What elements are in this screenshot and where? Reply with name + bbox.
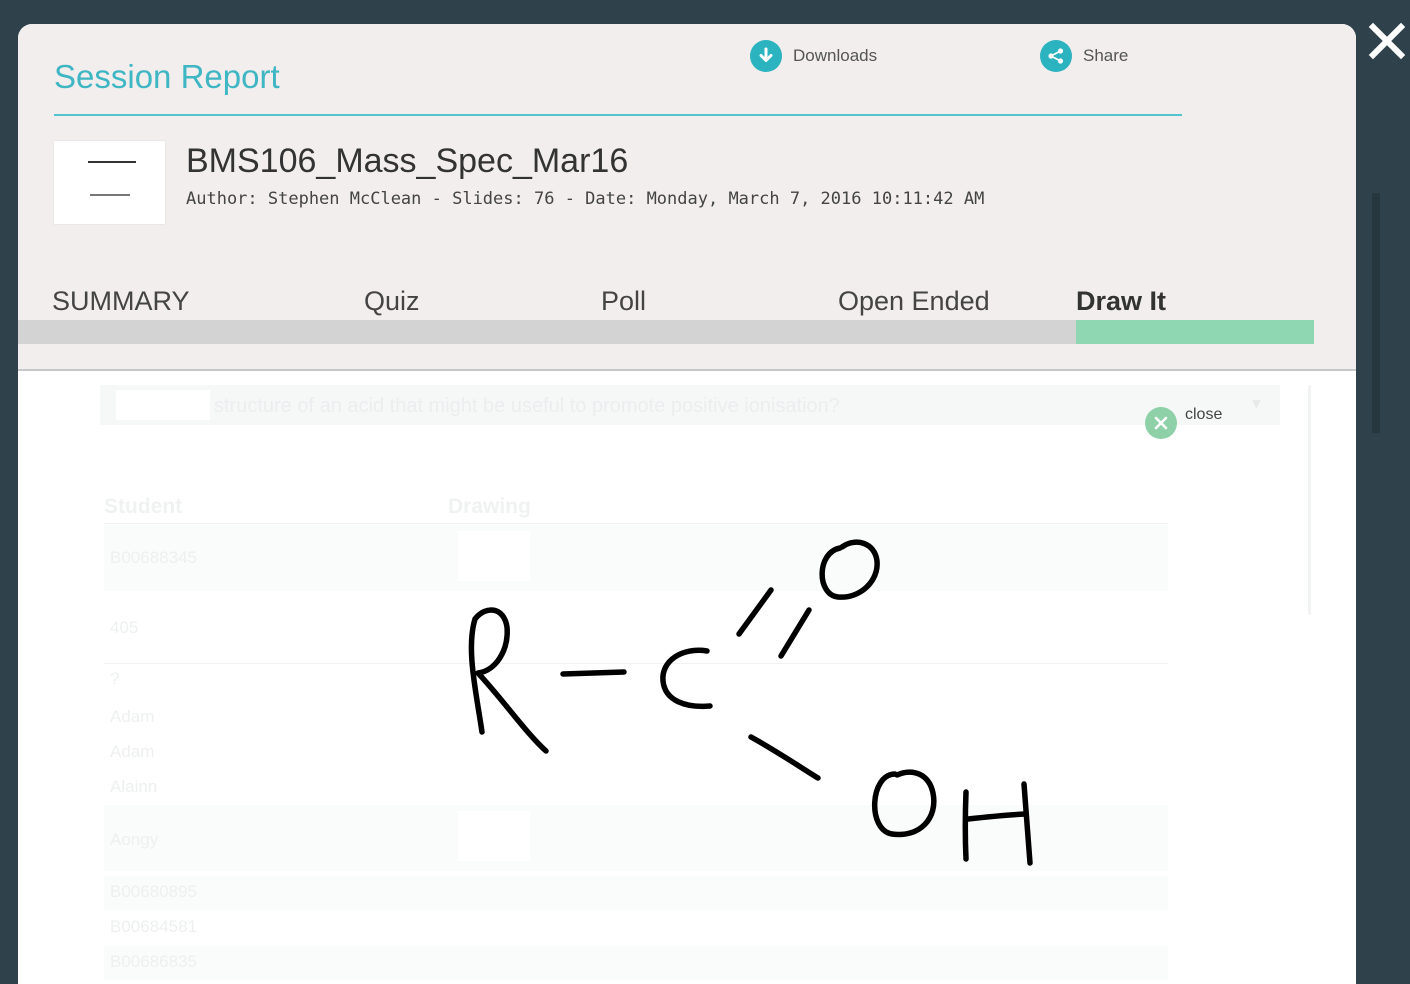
tab-draw-it[interactable]: Draw It	[1076, 286, 1166, 317]
active-tab-indicator	[1076, 320, 1314, 344]
share-button[interactable]: Share	[1040, 40, 1128, 72]
tab-poll[interactable]: Poll	[601, 286, 646, 317]
backdrop-scrollbar[interactable]	[1372, 193, 1380, 433]
share-icon	[1040, 40, 1072, 72]
close-icon	[1368, 22, 1406, 60]
session-report-modal: Session Report Downloads Share BMS106_Ma…	[18, 24, 1356, 984]
close-modal-button[interactable]	[1364, 18, 1410, 64]
share-label: Share	[1083, 46, 1129, 65]
tab-open-ended[interactable]: Open Ended	[838, 286, 990, 317]
presentation-meta: Author: Stephen McClean - Slides: 76 - D…	[186, 189, 985, 209]
title-divider	[54, 114, 1182, 116]
downloads-label: Downloads	[793, 46, 878, 65]
download-icon	[750, 40, 782, 72]
tab-summary[interactable]: SUMMARY	[52, 286, 190, 317]
downloads-button[interactable]: Downloads	[750, 40, 877, 72]
draw-it-panel: structure of an acid that might be usefu…	[18, 371, 1356, 984]
presentation-title: BMS106_Mass_Spec_Mar16	[186, 142, 629, 180]
report-header: Session Report Downloads Share BMS106_Ma…	[18, 24, 1356, 371]
page-title: Session Report	[54, 58, 280, 95]
tab-quiz[interactable]: Quiz	[364, 286, 420, 317]
presentation-thumbnail	[54, 141, 165, 224]
enlarged-drawing	[468, 539, 1033, 866]
